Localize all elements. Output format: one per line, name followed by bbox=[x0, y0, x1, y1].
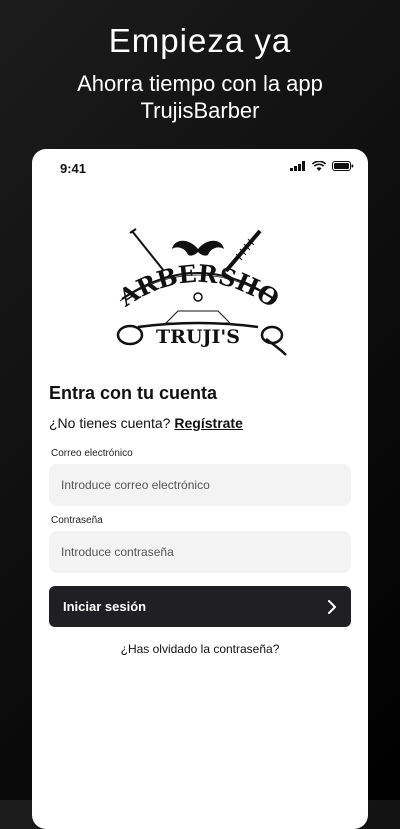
razor-icon bbox=[129, 228, 165, 272]
login-button-label: Iniciar sesión bbox=[63, 599, 147, 614]
signup-link[interactable]: Regístrate bbox=[174, 415, 242, 431]
hero-subtitle-line2: TrujisBarber bbox=[140, 98, 260, 123]
hero-title: Empieza ya bbox=[108, 22, 292, 59]
chevron-right-icon bbox=[328, 599, 336, 614]
status-icons bbox=[290, 161, 354, 171]
mustache-icon bbox=[172, 240, 224, 256]
forgot-password-link[interactable]: ¿Has olvidado la contraseña? bbox=[32, 642, 368, 656]
barbershop-logo: BARBERSHOP TRUJI'S bbox=[108, 227, 287, 356]
signal-icon bbox=[290, 161, 305, 171]
status-time: 9:41 bbox=[60, 161, 87, 176]
password-field[interactable] bbox=[49, 531, 351, 573]
phone-screen: 9:41 ARBERSHO TRUJI'S Entra con tu cuent… bbox=[32, 149, 368, 829]
no-account-text: ¿No tienes cuenta? bbox=[49, 415, 171, 431]
login-button[interactable]: Iniciar sesión bbox=[49, 586, 351, 627]
hero-subtitle-line1: Ahorra tiempo con la app bbox=[77, 71, 323, 96]
wifi-icon bbox=[312, 161, 326, 171]
password-label: Contraseña bbox=[51, 515, 103, 526]
hero: Empieza ya Ahorra tiempo con la app Truj… bbox=[0, 22, 400, 124]
login-heading: Entra con tu cuenta bbox=[49, 383, 218, 403]
hero-subtitle: Ahorra tiempo con la app TrujisBarber bbox=[0, 70, 400, 124]
email-label: Correo electrónico bbox=[51, 448, 133, 459]
signup-row: ¿No tienes cuenta? Regístrate bbox=[49, 415, 243, 431]
email-field[interactable] bbox=[49, 464, 351, 506]
status-bar: 9:41 bbox=[32, 149, 368, 187]
battery-icon bbox=[332, 161, 354, 171]
brand-bottom-text: TRUJI'S bbox=[156, 326, 240, 348]
